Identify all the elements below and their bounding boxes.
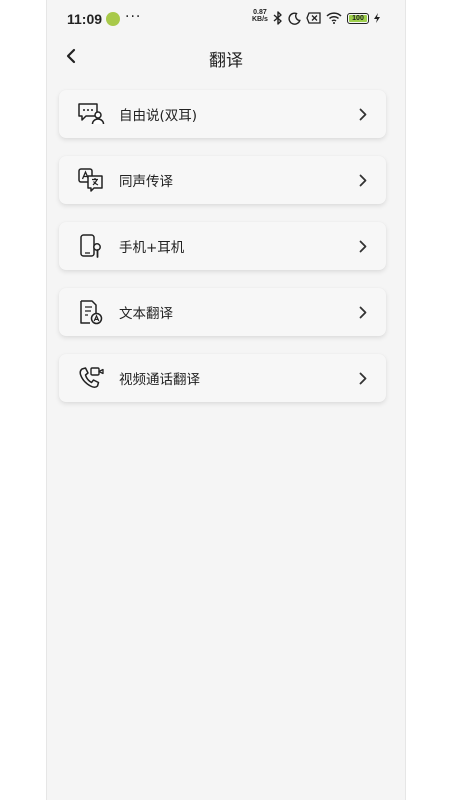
menu-item-phone-earphone[interactable]: 手机+耳机 <box>59 222 386 270</box>
battery-icon: 100 <box>347 12 369 24</box>
translation-menu: 自由说(双耳) 同声传译 手机+耳机 文本翻译 视频通话翻译 <box>59 90 386 420</box>
sim-disabled-icon <box>306 12 321 24</box>
more-notifications-icon: ··· <box>125 9 142 25</box>
status-time: 11:09 <box>67 11 103 27</box>
wifi-icon <box>326 12 342 24</box>
chevron-right-icon <box>356 173 370 187</box>
battery-level: 100 <box>352 14 364 22</box>
bluetooth-icon <box>273 11 282 25</box>
app-screen: 11:09 ··· 0.87 KB/s 100 翻译 自由说(双耳) 同声传译 … <box>46 0 406 800</box>
document-translate-icon <box>77 298 105 326</box>
phone-earbud-icon <box>77 232 105 260</box>
menu-item-simultaneous-interpretation[interactable]: 同声传译 <box>59 156 386 204</box>
chevron-right-icon <box>356 305 370 319</box>
menu-item-label: 手机+耳机 <box>119 240 185 256</box>
notification-icon <box>106 12 120 26</box>
translate-icon <box>77 166 105 194</box>
menu-item-label: 视频通话翻译 <box>119 372 200 388</box>
menu-item-label: 自由说(双耳) <box>119 108 198 124</box>
header: 翻译 <box>47 38 405 74</box>
network-speed-value: 0.87 <box>253 9 267 16</box>
video-call-icon <box>77 364 105 392</box>
network-speed: 0.87 KB/s <box>252 9 268 23</box>
menu-item-label: 文本翻译 <box>119 306 173 322</box>
menu-item-label: 同声传译 <box>119 174 173 190</box>
chevron-right-icon <box>356 107 370 121</box>
moon-icon <box>288 11 301 25</box>
chevron-right-icon <box>356 239 370 253</box>
menu-item-free-talk[interactable]: 自由说(双耳) <box>59 90 386 138</box>
status-bar: 11:09 ··· 0.87 KB/s 100 <box>47 0 405 38</box>
charging-icon <box>374 13 380 23</box>
menu-item-text-translation[interactable]: 文本翻译 <box>59 288 386 336</box>
chevron-right-icon <box>356 371 370 385</box>
status-icons: 100 <box>273 10 380 26</box>
menu-item-video-call-translation[interactable]: 视频通话翻译 <box>59 354 386 402</box>
network-speed-unit: KB/s <box>252 16 268 23</box>
page-title: 翻译 <box>209 51 243 71</box>
chat-bubble-person-icon <box>77 100 105 128</box>
